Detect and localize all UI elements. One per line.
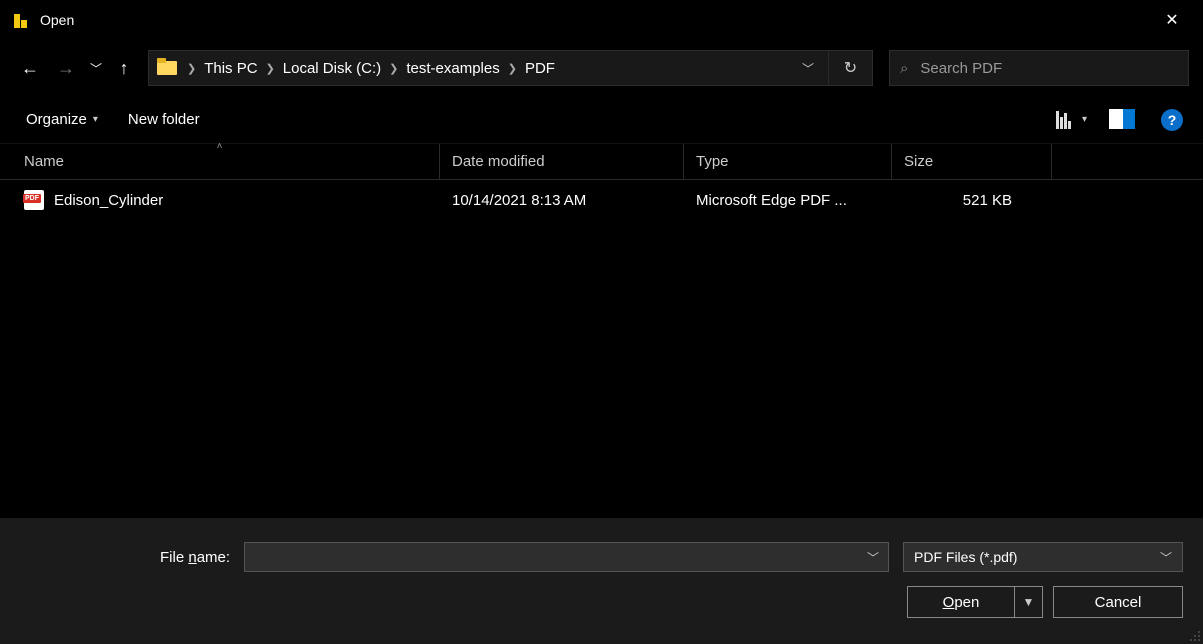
forward-button[interactable]: → [50, 52, 82, 84]
breadcrumb-sep-icon[interactable]: ❯ [185, 62, 198, 75]
address-expand-button[interactable]: ﹀ [788, 60, 828, 77]
column-name[interactable]: Name ˄ [0, 144, 440, 179]
nav-row: ← → ﹀ ↑ ❯ This PC ❯ Local Disk (C:) ❯ te… [0, 40, 1203, 96]
column-date-label: Date modified [452, 153, 545, 170]
new-folder-label: New folder [128, 111, 200, 128]
new-folder-button[interactable]: New folder [122, 107, 206, 132]
file-row[interactable]: Edison_Cylinder 10/14/2021 8:13 AM Micro… [0, 180, 1203, 220]
file-list[interactable]: Edison_Cylinder 10/14/2021 8:13 AM Micro… [0, 180, 1203, 510]
open-split-button[interactable]: ▼ [1015, 586, 1043, 618]
preview-pane-button[interactable] [1109, 109, 1139, 131]
column-type[interactable]: Type [684, 144, 892, 179]
file-name-dropdown[interactable]: ﹀ [858, 549, 888, 566]
pdf-file-icon [24, 190, 44, 210]
file-name: Edison_Cylinder [54, 192, 163, 209]
back-button[interactable]: ← [14, 52, 46, 84]
organize-label: Organize [26, 111, 87, 128]
file-name-label: File name: [160, 549, 230, 566]
column-size-label: Size [904, 153, 933, 170]
column-headers: Name ˄ Date modified Type Size [0, 144, 1203, 180]
breadcrumb-sep-icon[interactable]: ❯ [387, 62, 400, 75]
file-type-filter[interactable]: PDF Files (*.pdf) ﹀ [903, 542, 1183, 572]
recent-locations-button[interactable]: ﹀ [86, 52, 106, 84]
window-title: Open [40, 12, 74, 28]
breadcrumb-item[interactable]: Local Disk (C:) [277, 60, 387, 77]
open-button[interactable]: Open [907, 586, 1015, 618]
app-icon [12, 10, 28, 30]
view-mode-dropdown[interactable]: ▾ [1082, 114, 1087, 125]
search-input[interactable] [920, 60, 1178, 77]
file-name-input[interactable] [245, 549, 858, 565]
details-view-icon [1056, 111, 1071, 129]
chevron-down-icon: ▾ [93, 114, 98, 125]
file-date: 10/14/2021 8:13 AM [452, 192, 586, 209]
column-type-label: Type [696, 153, 729, 170]
resize-grip-icon[interactable] [1189, 630, 1201, 642]
help-button[interactable]: ? [1161, 109, 1183, 131]
title-bar: Open ✕ [0, 0, 1203, 40]
file-name-field[interactable]: ﹀ [244, 542, 889, 572]
toolbar: Organize ▾ New folder ▾ ? [0, 96, 1203, 144]
file-size: 521 KB [963, 192, 1012, 209]
column-date[interactable]: Date modified [440, 144, 684, 179]
breadcrumb-item[interactable]: This PC [198, 60, 263, 77]
organize-button[interactable]: Organize ▾ [20, 107, 104, 132]
cancel-button[interactable]: Cancel [1053, 586, 1183, 618]
search-box[interactable]: ⌕ [889, 50, 1189, 86]
view-mode-button[interactable] [1049, 107, 1079, 133]
breadcrumb-item[interactable]: test-examples [400, 60, 505, 77]
up-button[interactable]: ↑ [110, 52, 138, 84]
column-name-label: Name [24, 153, 64, 170]
refresh-button[interactable]: ↻ [828, 51, 872, 85]
file-type: Microsoft Edge PDF ... [696, 192, 847, 209]
cancel-label: Cancel [1095, 594, 1142, 611]
sort-indicator-icon: ˄ [217, 141, 223, 152]
chevron-down-icon: ﹀ [1160, 549, 1172, 566]
folder-icon [157, 58, 179, 78]
breadcrumb-sep-icon[interactable]: ❯ [506, 62, 519, 75]
close-button[interactable]: ✕ [1149, 4, 1195, 36]
footer: File name: ﹀ PDF Files (*.pdf) ﹀ Open ▼ … [0, 518, 1203, 644]
filter-label: PDF Files (*.pdf) [914, 549, 1160, 565]
search-icon: ⌕ [900, 60, 908, 77]
address-bar[interactable]: ❯ This PC ❯ Local Disk (C:) ❯ test-examp… [148, 50, 873, 86]
column-size[interactable]: Size [892, 144, 1052, 179]
breadcrumb-sep-icon[interactable]: ❯ [264, 62, 277, 75]
breadcrumb-item[interactable]: PDF [519, 60, 561, 77]
